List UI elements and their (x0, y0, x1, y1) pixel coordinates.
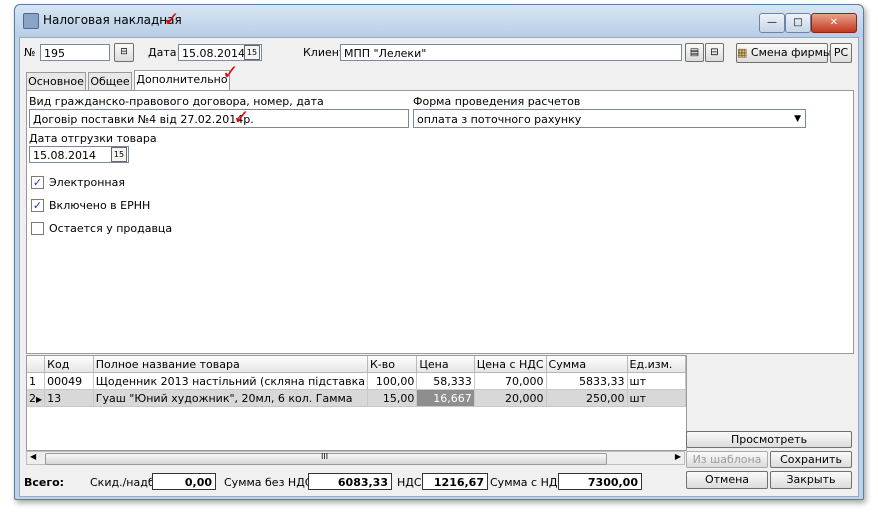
electronic-label: Электронная (49, 176, 125, 189)
vat-label: НДС (397, 476, 422, 489)
close-button[interactable]: Закрыть (770, 471, 852, 489)
client-area: № 195 ⊟ Дата 15.08.2014 15 Клиент МПП "Л… (19, 37, 859, 497)
ship-date-label: Дата отгрузки товара (29, 132, 157, 145)
cell-name[interactable]: Гуаш "Юний художник", 20мл, 6 кол. Гамма (93, 389, 369, 407)
column-header-unit[interactable]: Ед.изм. (627, 356, 686, 373)
scrollbar-thumb[interactable]: III (45, 452, 607, 465)
column-header-code[interactable]: Код (44, 356, 94, 373)
horizontal-scrollbar[interactable]: ◀ III ▶ (26, 451, 685, 465)
cell-unit[interactable]: шт (627, 372, 686, 390)
window-title: Налоговая накладная (43, 13, 182, 27)
title-bar[interactable]: Налоговая накладная ✓ — □ ✕ (15, 5, 863, 37)
maximize-button[interactable]: □ (785, 13, 811, 33)
payment-value: оплата з поточного рахунку (417, 113, 582, 126)
sum-no-vat-field: 6083,33 (308, 473, 392, 490)
card-icon: ▤ (689, 47, 700, 58)
client-card-button[interactable]: ▤ (685, 43, 704, 62)
view-button[interactable]: Просмотреть (686, 431, 852, 448)
total-label: Всего: (24, 476, 65, 489)
tree-icon: ⊟ (120, 47, 128, 57)
table-row[interactable]: 2▶ 13 Гуаш "Юний художник", 20мл, 6 кол.… (27, 389, 686, 407)
cell-unit[interactable]: шт (627, 389, 686, 407)
change-firm-label: Смена фирмы (750, 46, 832, 59)
scroll-right-icon[interactable]: ▶ (675, 452, 681, 461)
red-check-annotation-icon: ✓ (233, 105, 250, 129)
cell-code[interactable]: 00049 (44, 372, 94, 390)
payment-label: Форма проведения расчетов (413, 95, 581, 108)
column-header-sum[interactable]: Сумма (546, 356, 628, 373)
current-row-pointer-icon: ▶ (36, 394, 43, 404)
app-icon (23, 13, 39, 29)
column-header-price[interactable]: Цена (416, 356, 475, 373)
cell-price-vat[interactable]: 70,000 (474, 372, 547, 390)
column-header-price-vat[interactable]: Цена с НДС (474, 356, 547, 373)
row-number: 1 (27, 372, 46, 390)
save-button[interactable]: Сохранить (770, 451, 852, 468)
chevron-down-icon: ▼ (794, 114, 801, 124)
client-field[interactable]: МПП "Лелеки" (340, 44, 682, 61)
firm-icon: ▦ (737, 46, 751, 59)
tab-main[interactable]: Основное (26, 72, 86, 90)
electronic-checkbox[interactable]: ✓ (31, 176, 44, 189)
red-check-annotation-icon: ✓ (222, 60, 239, 84)
seller-keeps-checkbox[interactable] (31, 222, 44, 235)
cell-price[interactable]: 16,667 (416, 389, 475, 407)
calendar-icon[interactable]: 15 (244, 45, 260, 60)
contract-label: Вид гражданско-правового договора, номер… (29, 95, 324, 108)
row-indicator-header (27, 356, 46, 373)
column-header-name[interactable]: Полное название товара (93, 356, 369, 373)
invoice-window: Налоговая накладная ✓ — □ ✕ № 195 ⊟ Дата… (14, 4, 864, 500)
sum-vat-field: 7300,00 (558, 473, 642, 490)
ernn-label: Включено в ЕРНН (49, 199, 151, 212)
contract-field[interactable]: Договір поставки №4 від 27.02.2014р. (29, 109, 409, 128)
goods-grid: Код Полное название товара К-во Цена Цен… (27, 356, 686, 407)
scroll-left-icon[interactable]: ◀ (30, 452, 36, 461)
discount-field[interactable]: 0,00 (152, 473, 216, 490)
column-header-qty[interactable]: К-во (367, 356, 418, 373)
cell-sum[interactable]: 250,00 (546, 389, 628, 407)
number-field[interactable]: 195 (40, 44, 110, 61)
red-check-annotation-icon: ✓ (163, 7, 180, 31)
tab-additional[interactable]: Дополнительно (134, 70, 230, 90)
number-lookup-button[interactable]: ⊟ (114, 43, 134, 62)
cell-qty[interactable]: 15,00 (367, 389, 418, 407)
table-header-row: Код Полное название товара К-во Цена Цен… (27, 356, 686, 373)
close-window-button[interactable]: ✕ (811, 13, 857, 33)
table-row[interactable]: 1 00049 Щоденник 2013 настільний (скляна… (27, 372, 686, 390)
date-label: Дата (148, 46, 177, 59)
from-template-button[interactable]: Из шаблона (686, 451, 768, 468)
cell-price[interactable]: 58,333 (416, 372, 475, 390)
sum-vat-label: Сумма с НДС (490, 476, 566, 489)
tab-general[interactable]: Общее (88, 72, 132, 90)
change-firm-button[interactable]: ▦ Смена фирмы (736, 43, 832, 63)
cell-price-vat[interactable]: 20,000 (474, 389, 547, 407)
scroll-grip: III (321, 452, 329, 461)
client-label: Клиент (303, 46, 346, 59)
minimize-button[interactable]: — (759, 13, 785, 33)
pc-button[interactable]: РС (830, 43, 852, 63)
vat-field: 1216,67 (422, 473, 488, 490)
ernn-checkbox[interactable]: ✓ (31, 199, 44, 212)
cell-sum[interactable]: 5833,33 (546, 372, 628, 390)
cancel-button[interactable]: Отмена (686, 471, 768, 489)
goods-table[interactable]: Код Полное название товара К-во Цена Цен… (26, 355, 687, 451)
client-tree-button[interactable]: ⊟ (705, 43, 724, 62)
tree-icon: ⊟ (710, 47, 719, 58)
cell-name[interactable]: Щоденник 2013 настільний (скляна підстав… (93, 372, 369, 390)
cell-code[interactable]: 13 (44, 389, 94, 407)
row-number-value: 2 (29, 391, 36, 405)
discount-label: Скид./надб. (90, 476, 159, 489)
cell-qty[interactable]: 100,00 (367, 372, 418, 390)
sum-no-vat-label: Сумма без НДС (224, 476, 313, 489)
row-number: 2▶ (27, 389, 46, 407)
payment-select[interactable]: оплата з поточного рахунку ▼ (413, 109, 806, 128)
additional-tab-panel: Вид гражданско-правового договора, номер… (26, 90, 854, 354)
calendar-icon[interactable]: 15 (111, 147, 127, 162)
seller-keeps-label: Остается у продавца (49, 222, 173, 235)
number-label: № (24, 46, 36, 59)
